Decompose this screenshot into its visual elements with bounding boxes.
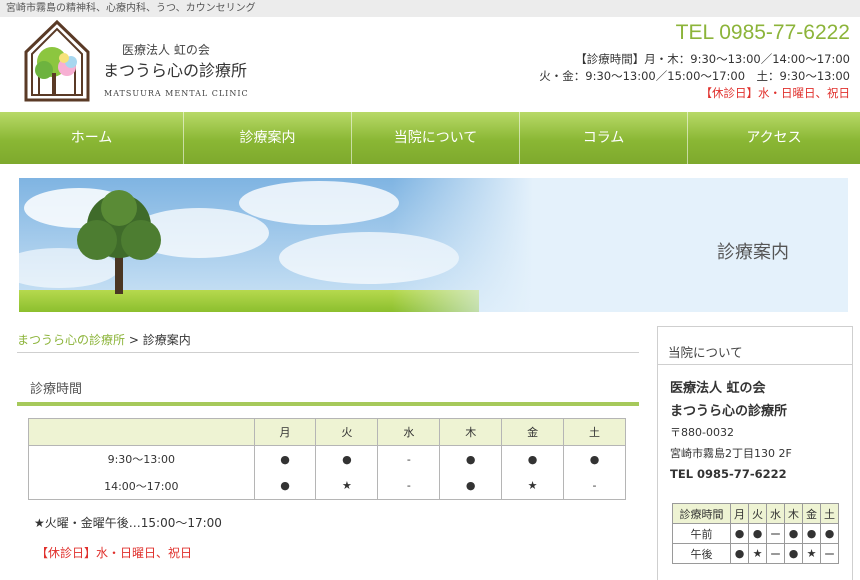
schedule-mark: ● xyxy=(253,445,317,473)
schedule-mark: - xyxy=(563,472,626,500)
schedule-mark: ★ xyxy=(315,472,379,500)
house-tree-logo-icon[interactable] xyxy=(22,18,92,102)
schedule-mark: ● xyxy=(439,472,503,500)
closed-days-note: 【休診日】水・日曜日、祝日 xyxy=(36,546,193,560)
mini-mark: ★ xyxy=(802,543,821,564)
schedule-mark: ● xyxy=(253,472,317,500)
table-row: 午後 ● ★ ー ● ★ ー xyxy=(672,543,839,564)
sidebar-address: 宮崎市霧島2丁目130 2F xyxy=(670,447,792,460)
nav-column[interactable]: コラム xyxy=(520,112,688,164)
schedule-mark: - xyxy=(377,472,441,500)
mini-day: 水 xyxy=(766,503,785,524)
mini-row-label: 午前 xyxy=(672,523,731,544)
breadcrumb-home-link[interactable]: まつうら心の診療所 xyxy=(17,333,125,347)
nav-home[interactable]: ホーム xyxy=(0,112,184,164)
sidebar-heading: 当院について xyxy=(668,345,743,360)
schedule-mark: - xyxy=(377,445,441,473)
sidebar-zip: 〒880-0032 xyxy=(670,426,734,439)
breadcrumb-separator: > xyxy=(128,333,139,347)
schedule-day: 月 xyxy=(253,418,317,446)
mini-day: 木 xyxy=(784,503,803,524)
table-row: 14:00～17:00 ● ★ - ● ★ - xyxy=(28,472,626,500)
breadcrumb: まつうら心の診療所 > 診療案内 xyxy=(17,331,191,348)
schedule-mark: ● xyxy=(563,445,626,473)
schedule-corner-cell xyxy=(28,418,255,446)
nav-about[interactable]: 当院について xyxy=(352,112,520,164)
sidebar-clinic-name: まつうら心の診療所 xyxy=(670,404,788,419)
schedule-day: 土 xyxy=(563,418,626,446)
schedule-day: 火 xyxy=(315,418,379,446)
mini-mark: ★ xyxy=(748,543,767,564)
breadcrumb-divider xyxy=(17,352,639,353)
schedule-day: 金 xyxy=(501,418,565,446)
banner-title: 診療案内 xyxy=(717,242,789,263)
schedule-mark: ● xyxy=(501,445,565,473)
mini-mark: ● xyxy=(820,523,839,544)
schedule-time: 14:00～17:00 xyxy=(28,472,255,500)
logo-org-name: 医療法人 虹の会 xyxy=(122,43,210,57)
table-row: 9:30～13:00 ● ● - ● ● ● xyxy=(28,445,626,473)
schedule-day: 木 xyxy=(439,418,503,446)
header-hours-line-2: 火・金：9:30～13:00／15:00～17:00 土：9:30～13:00 xyxy=(539,69,850,83)
mini-mark: ● xyxy=(802,523,821,544)
site-header: 医療法人 虹の会 まつうら心の診療所 MATSUURA MENTAL CLINI… xyxy=(0,17,860,112)
mini-day: 月 xyxy=(730,503,749,524)
schedule-mark: ● xyxy=(439,445,503,473)
section-underline xyxy=(17,402,639,406)
sidebar-divider xyxy=(658,364,852,365)
logo-clinic-name[interactable]: まつうら心の診療所 xyxy=(103,57,247,81)
logo-english-name: MATSUURA MENTAL CLINIC xyxy=(104,89,249,98)
mini-mark: ー xyxy=(820,543,839,564)
schedule-day: 水 xyxy=(377,418,441,446)
mini-header-row: 診療時間 月 火 水 木 金 土 xyxy=(672,503,839,524)
mini-day: 土 xyxy=(820,503,839,524)
mini-mark: ● xyxy=(784,523,803,544)
schedule-mark: ★ xyxy=(501,472,565,500)
mini-day: 金 xyxy=(802,503,821,524)
sidebar-schedule-table: 診療時間 月 火 水 木 金 土 午前 ● ● ー ● ● ● 午後 ● ★ ー… xyxy=(672,503,839,564)
breadcrumb-current: 診療案内 xyxy=(142,333,191,347)
header-hours-line-1: 【診療時間】月・木：9:30～13:00／14:00～17:00 xyxy=(575,52,850,66)
sidebar-org-name: 医療法人 虹の会 xyxy=(670,381,766,396)
mini-mark: ● xyxy=(730,543,749,564)
star-hours-note: ★火曜・金曜午後…15:00～17:00 xyxy=(34,516,222,530)
section-title: 診療時間 xyxy=(30,382,83,397)
mini-row-label: 午後 xyxy=(672,543,731,564)
nav-access[interactable]: アクセス xyxy=(688,112,860,164)
table-row: 午前 ● ● ー ● ● ● xyxy=(672,523,839,544)
schedule-time: 9:30～13:00 xyxy=(28,445,255,473)
site-tagline: 宮崎市霧島の精神科、心療内科、うつ、カウンセリング xyxy=(0,0,860,17)
header-closed-days: 【休診日】水・日曜日、祝日 xyxy=(700,86,851,100)
mini-mark: ● xyxy=(784,543,803,564)
sidebar-phone[interactable]: TEL 0985-77-6222 xyxy=(670,467,787,481)
header-phone[interactable]: TEL 0985-77-6222 xyxy=(676,21,850,45)
main-nav: ホーム 診療案内 当院について コラム アクセス xyxy=(0,112,860,164)
mini-mark: ● xyxy=(748,523,767,544)
schedule-mark: ● xyxy=(315,445,379,473)
sidebar-about: 当院について 医療法人 虹の会 まつうら心の診療所 〒880-0032 宮崎市霧… xyxy=(657,326,853,580)
mini-mark: ー xyxy=(766,543,785,564)
nav-services[interactable]: 診療案内 xyxy=(184,112,352,164)
schedule-table: 月 火 水 木 金 土 9:30～13:00 ● ● - ● ● ● 14:00… xyxy=(28,418,626,500)
mini-header-label: 診療時間 xyxy=(672,503,731,524)
mini-mark: ー xyxy=(766,523,785,544)
mini-day: 火 xyxy=(748,503,767,524)
page-banner: 診療案内 xyxy=(19,178,848,312)
mini-mark: ● xyxy=(730,523,749,544)
schedule-header-row: 月 火 水 木 金 土 xyxy=(28,418,626,446)
